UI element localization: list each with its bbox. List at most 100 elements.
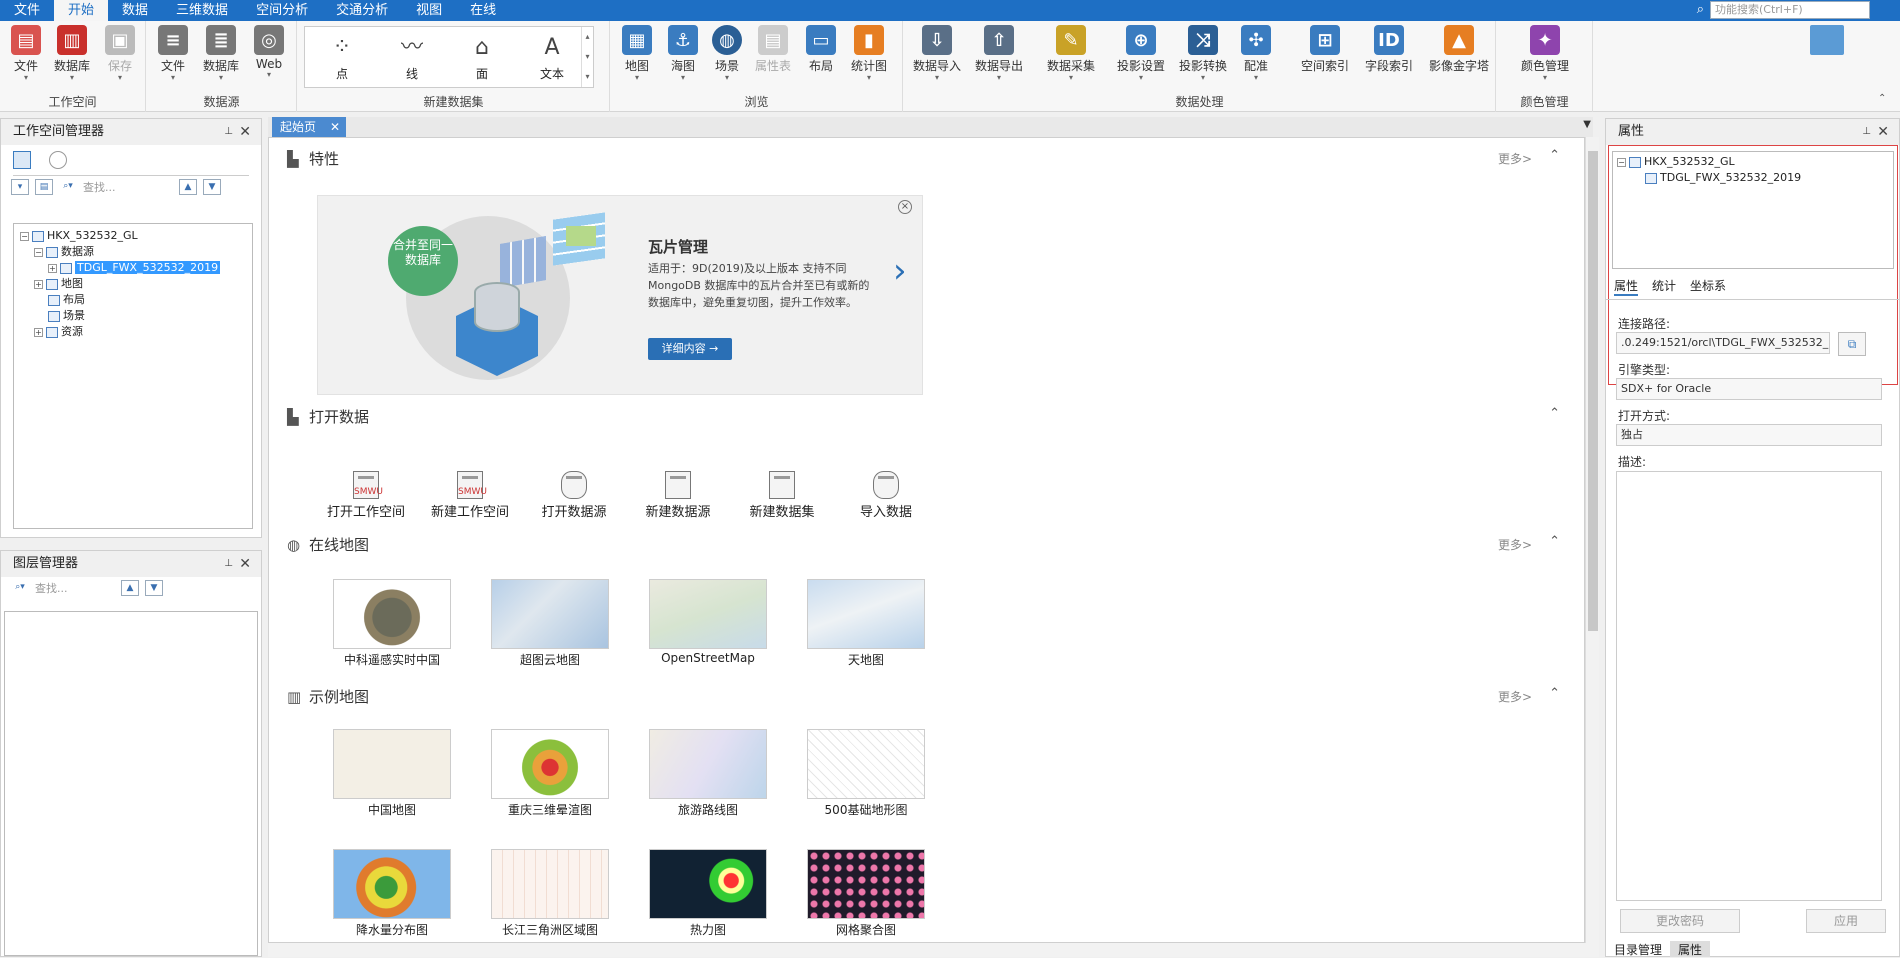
expand-icon[interactable]: + xyxy=(34,279,43,289)
map-button[interactable]: ▦ 地图 ▾ xyxy=(615,25,659,82)
statistics-chart-button[interactable]: ▮ 统计图 ▾ xyxy=(847,25,891,82)
expand-icon[interactable]: + xyxy=(34,327,43,337)
color-management-button[interactable]: ✦ 颜色管理 ▾ xyxy=(1513,25,1577,82)
menu-view[interactable]: 视图 xyxy=(402,0,456,21)
prop-tree-child[interactable]: TDGL_FWX_532532_2019 xyxy=(1617,170,1889,186)
sample-map-item[interactable]: 重庆三维晕渲图 xyxy=(491,729,609,818)
open-workspace-button[interactable]: SMWU 打开工作空间 xyxy=(321,471,411,520)
online-map-item[interactable]: 天地图 xyxy=(807,579,925,668)
collapse-icon[interactable]: − xyxy=(1617,157,1626,167)
function-search-input[interactable]: 功能搜索(Ctrl+F) xyxy=(1710,1,1870,19)
tab-properties[interactable]: 属性 xyxy=(1614,277,1639,296)
attribute-table-button[interactable]: ▤ 属性表 xyxy=(751,25,795,74)
online-map-item[interactable]: 中科遥感实时中国 xyxy=(333,579,451,668)
new-workspace-button[interactable]: SMWU 新建工作空间 xyxy=(425,471,515,520)
collapse-icon[interactable]: − xyxy=(34,247,43,257)
gallery-scroll[interactable]: ▴ ▾ ▾ xyxy=(581,27,593,87)
registration-button[interactable]: ✣ 配准 ▾ xyxy=(1234,25,1278,82)
copy-icon[interactable]: ⧉ xyxy=(1838,332,1866,356)
tree-dataset[interactable]: + TDGL_FWX_532532_2019 xyxy=(20,260,246,276)
save-button[interactable]: ▣ 保存 ▾ xyxy=(98,25,142,82)
datasource-file-button[interactable]: ≡ 文件 ▾ xyxy=(151,25,195,82)
open-data-collapse-icon[interactable]: ⌃ xyxy=(1549,406,1560,421)
close-tab-icon[interactable]: ✕ xyxy=(330,117,340,137)
pin-icon[interactable]: ⊥ xyxy=(224,551,233,577)
layout-button[interactable]: ▭ 布局 xyxy=(799,25,843,74)
find-icon[interactable]: ⌕▾ xyxy=(59,179,77,195)
tree-resources[interactable]: + 资源 xyxy=(20,324,246,340)
close-icon[interactable]: ✕ xyxy=(239,119,251,145)
new-region-dataset[interactable]: ⌂ 面 xyxy=(457,31,507,82)
chart-map-button[interactable]: ⚓ 海图 ▾ xyxy=(661,25,705,82)
online-map-item[interactable]: 超图云地图 xyxy=(491,579,609,668)
datasource-web-button[interactable]: ◎ Web ▾ xyxy=(247,25,291,79)
menu-3d-data[interactable]: 三维数据 xyxy=(162,0,242,21)
datasource-database-button[interactable]: ≣ 数据库 ▾ xyxy=(199,25,243,82)
pin-icon[interactable]: ⊥ xyxy=(224,119,233,145)
open-icon[interactable]: ▤ xyxy=(35,179,53,195)
sample-map-item[interactable]: 热力图 xyxy=(649,849,767,938)
collapse-icon[interactable]: − xyxy=(20,231,29,241)
description-textarea[interactable] xyxy=(1616,471,1882,901)
menu-spatial-analysis[interactable]: 空间分析 xyxy=(242,0,322,21)
scene-button[interactable]: ◍ 场景 ▾ xyxy=(705,25,749,82)
workspace-search-input[interactable]: 查找... xyxy=(83,179,173,195)
projection-transform-button[interactable]: ⤨ 投影转换 ▾ xyxy=(1174,25,1232,82)
sample-map-item[interactable]: 中国地图 xyxy=(333,729,451,818)
search-icon[interactable]: ⌕ xyxy=(1697,2,1704,17)
features-collapse-icon[interactable]: ⌃ xyxy=(1549,148,1560,163)
online-maps-collapse-icon[interactable]: ⌃ xyxy=(1549,534,1560,549)
tab-dropdown-icon[interactable]: ▼ xyxy=(1583,119,1591,130)
new-text-dataset[interactable]: A 文本 xyxy=(527,31,577,82)
pin-icon[interactable]: ⊥ xyxy=(1862,119,1871,145)
layer-search-input[interactable]: 查找... xyxy=(35,580,115,596)
sample-map-item[interactable]: 网格聚合图 xyxy=(807,849,925,938)
features-more-link[interactable]: 更多> xyxy=(1498,150,1532,167)
online-maps-more-link[interactable]: 更多> xyxy=(1498,536,1532,553)
scrollbar-thumb[interactable] xyxy=(1588,151,1598,631)
prop-tree-root[interactable]: − HKX_532532_GL xyxy=(1617,154,1889,170)
tab-start-page[interactable]: 起始页 ✕ xyxy=(272,117,346,137)
down-arrow-icon[interactable]: ▼ xyxy=(203,179,221,195)
apply-button[interactable]: 应用 xyxy=(1806,909,1886,933)
tree-layouts[interactable]: 布局 xyxy=(20,292,246,308)
new-datasource-button[interactable]: 新建数据源 xyxy=(633,471,723,520)
sample-maps-collapse-icon[interactable]: ⌃ xyxy=(1549,686,1560,701)
sample-map-item[interactable]: 降水量分布图 xyxy=(333,849,451,938)
field-index-button[interactable]: ID 字段索引 xyxy=(1360,25,1418,74)
close-icon[interactable]: ✕ xyxy=(239,551,251,577)
banner-details-button[interactable]: 详细内容 → xyxy=(648,338,732,360)
new-point-dataset[interactable]: ⁘ 点 xyxy=(317,31,367,82)
menu-data[interactable]: 数据 xyxy=(108,0,162,21)
tree-maps[interactable]: + 地图 xyxy=(20,276,246,292)
import-data-button[interactable]: 导入数据 xyxy=(841,471,931,520)
menu-traffic-analysis[interactable]: 交通分析 xyxy=(322,0,402,21)
banner-next-arrow[interactable]: › xyxy=(893,251,907,291)
tab-catalog-management[interactable]: 目录管理 xyxy=(1606,941,1670,957)
open-mode-field[interactable]: 独占 xyxy=(1616,424,1882,446)
data-collection-button[interactable]: ✎ 数据采集 ▾ xyxy=(1042,25,1100,82)
tab-properties-bottom[interactable]: 属性 xyxy=(1670,941,1711,957)
start-page-scrollbar[interactable] xyxy=(1585,137,1599,957)
data-import-button[interactable]: ⇩ 数据导入 ▾ xyxy=(908,25,966,82)
add-datasource-icon[interactable]: ▾ xyxy=(11,179,29,195)
up-arrow-icon[interactable]: ▲ xyxy=(179,179,197,195)
workspace-file-button[interactable]: ▤ 文件 ▾ xyxy=(4,25,48,82)
find-icon[interactable]: ⌕▾ xyxy=(11,580,29,596)
menu-start[interactable]: 开始 xyxy=(54,0,109,21)
new-dataset-button[interactable]: 新建数据集 xyxy=(737,471,827,520)
data-export-button[interactable]: ⇧ 数据导出 ▾ xyxy=(970,25,1028,82)
up-arrow-icon[interactable]: ▲ xyxy=(121,580,139,596)
menu-file[interactable]: 文件 xyxy=(0,0,54,21)
sample-map-item[interactable]: 长江三角洲区域图 xyxy=(491,849,609,938)
sample-map-item[interactable]: 500基础地形图 xyxy=(807,729,925,818)
tree-workspace-root[interactable]: − HKX_532532_GL xyxy=(20,228,246,244)
menu-online[interactable]: 在线 xyxy=(456,0,510,21)
tree-datasources[interactable]: − 数据源 xyxy=(20,244,246,260)
spatial-index-button[interactable]: ⊞ 空间索引 xyxy=(1296,25,1354,74)
online-map-item[interactable]: OpenStreetMap xyxy=(649,579,767,665)
tree-view-icon[interactable] xyxy=(13,151,31,169)
workspace-database-button[interactable]: ▥ 数据库 ▾ xyxy=(50,25,94,82)
open-datasource-button[interactable]: 打开数据源 xyxy=(529,471,619,520)
sample-maps-more-link[interactable]: 更多> xyxy=(1498,688,1532,705)
